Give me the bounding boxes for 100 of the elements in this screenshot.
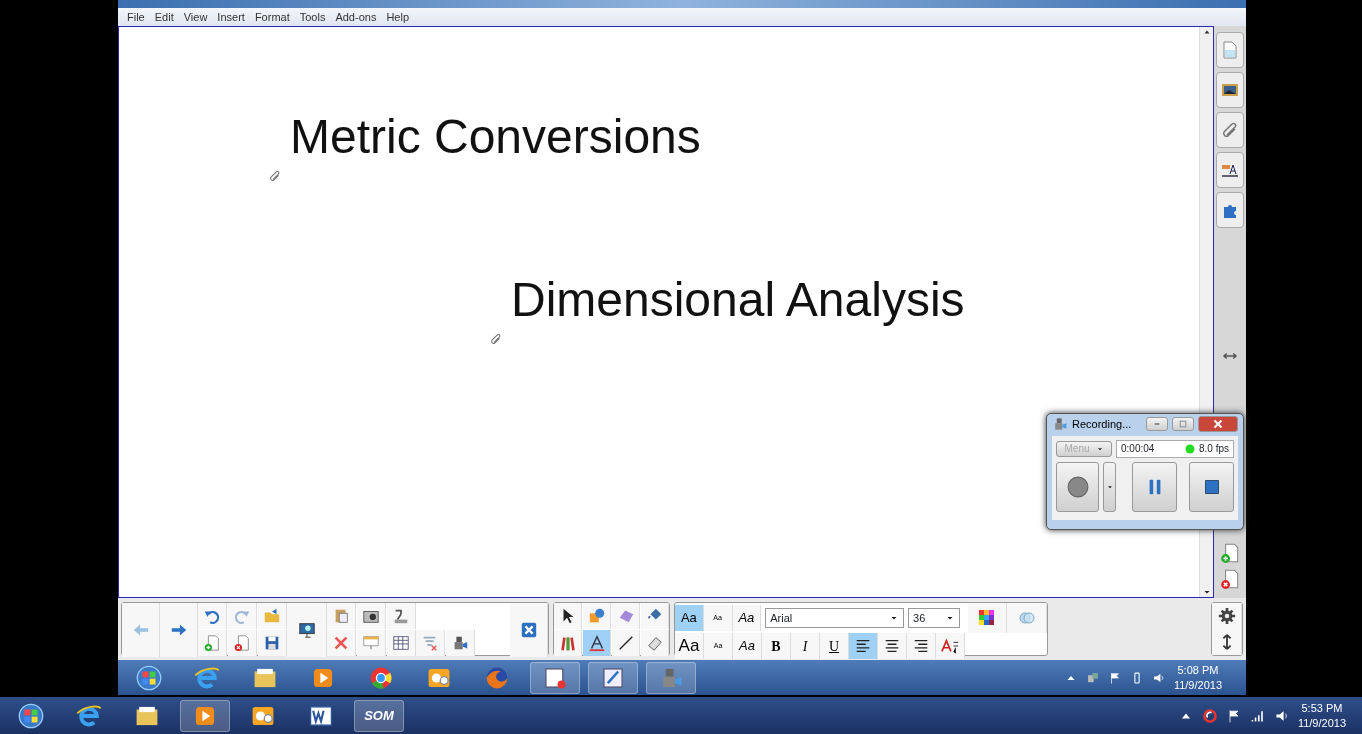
- app-taskbar-button[interactable]: SOM: [354, 699, 404, 732]
- full-screen-icon: [519, 621, 538, 639]
- clock-date: 11/9/2013: [1173, 677, 1222, 692]
- clock-time: 5:53 PM: [1300, 701, 1344, 716]
- paperclip-icon[interactable]: [489, 332, 503, 346]
- record-options-button[interactable]: [1103, 461, 1117, 512]
- menu-item[interactable]: Edit: [149, 8, 179, 26]
- recorder-taskbar-button[interactable]: [646, 661, 696, 694]
- attachments-tab[interactable]: [1216, 112, 1244, 148]
- save-button[interactable]: [258, 630, 287, 656]
- delete-page-button[interactable]: [228, 630, 257, 656]
- eraser-tool-icon: [645, 634, 664, 652]
- display-icon: [297, 621, 316, 639]
- close-icon: [1213, 419, 1223, 430]
- media-taskbar-button[interactable]: [180, 699, 230, 732]
- slide-title: Dimensional Analysis: [511, 276, 965, 324]
- add-page-icon: [203, 634, 221, 652]
- gallery-tab[interactable]: [1216, 72, 1244, 108]
- recorder-button[interactable]: [446, 630, 475, 656]
- table-button[interactable]: [387, 630, 416, 656]
- menu-item[interactable]: Format: [249, 8, 295, 26]
- delete-icon: [332, 634, 350, 652]
- full-screen-button[interactable]: [510, 603, 548, 657]
- close-button[interactable]: [1198, 416, 1238, 433]
- forward-button[interactable]: [160, 603, 198, 657]
- format-button[interactable]: B: [762, 633, 791, 659]
- window-title: Recording...: [1072, 417, 1132, 432]
- add-page-icon[interactable]: [1219, 542, 1241, 564]
- clock[interactable]: 5:08 PM 11/9/2013: [1173, 663, 1222, 692]
- stop-button[interactable]: [1189, 461, 1234, 512]
- document-taskbar-button[interactable]: [530, 661, 580, 694]
- text-style-button[interactable]: Aa: [732, 605, 762, 631]
- table-icon: [392, 634, 410, 652]
- clear-ink-icon: [421, 634, 439, 652]
- clock[interactable]: 5:53 PM 11/9/2013: [1297, 701, 1346, 730]
- pens-tool[interactable]: [554, 630, 582, 656]
- open-icon: [263, 607, 281, 625]
- font-size-dropdown[interactable]: 36: [908, 608, 960, 628]
- align-center-button[interactable]: [878, 633, 907, 659]
- screen-shade-icon: [362, 634, 380, 652]
- font-name: Arial: [770, 610, 793, 626]
- color-palette-button[interactable]: [967, 603, 1008, 633]
- settings-icon: [1217, 607, 1236, 625]
- frame-rate: 8.0 fps: [1198, 442, 1229, 456]
- menu-item[interactable]: View: [178, 8, 213, 26]
- text-size-button[interactable]: [936, 633, 965, 659]
- save-icon: [263, 634, 281, 652]
- menu-item[interactable]: Tools: [294, 8, 331, 26]
- align-center-icon: [883, 637, 901, 655]
- format-button[interactable]: U: [820, 633, 849, 659]
- maximize-button[interactable]: [1172, 417, 1194, 432]
- align-left-icon: [854, 637, 872, 655]
- stop-icon: [1203, 478, 1220, 495]
- page-icon: [1220, 40, 1240, 60]
- delete-page-icon: [233, 634, 251, 652]
- recorder-icon: [1052, 416, 1068, 433]
- record-dot-icon: [1066, 475, 1089, 498]
- text-style-button[interactable]: Aa: [733, 633, 762, 659]
- tray-app-icon[interactable]: [1201, 707, 1218, 724]
- add-ons-tab[interactable]: [1216, 192, 1244, 228]
- add-page-button[interactable]: [198, 630, 227, 656]
- paperclip-icon: [1220, 120, 1240, 140]
- minimize-button[interactable]: [1146, 417, 1168, 432]
- document-camera-icon: [392, 607, 410, 625]
- text-style-button[interactable]: Aa: [675, 605, 704, 631]
- pens-tool-icon: [558, 634, 577, 652]
- status-dot-icon: [1184, 443, 1195, 454]
- start-icon: [18, 702, 44, 729]
- properties-tab[interactable]: [1216, 152, 1244, 188]
- minimize-icon: [1152, 421, 1162, 428]
- select-tool[interactable]: [554, 603, 582, 629]
- fill-tool[interactable]: [641, 603, 669, 629]
- font-size-value: 36: [913, 610, 926, 626]
- menu-item[interactable]: File: [122, 8, 150, 26]
- settings-button[interactable]: [1212, 603, 1242, 629]
- format-button[interactable]: I: [791, 633, 820, 659]
- menu-item[interactable]: Help: [381, 8, 414, 26]
- paperclip-icon[interactable]: [268, 169, 282, 183]
- align-left-button[interactable]: [849, 633, 878, 659]
- shapes-tool[interactable]: [583, 603, 611, 629]
- text-tool[interactable]: [583, 630, 611, 656]
- notebook-taskbar-button[interactable]: [588, 661, 638, 694]
- maximize-icon: [1178, 420, 1188, 429]
- eraser-tool[interactable]: [641, 630, 669, 656]
- text-style-button[interactable]: Aa: [675, 633, 704, 659]
- delete-page-icon[interactable]: [1219, 568, 1241, 590]
- clock-date: 11/9/2013: [1297, 715, 1346, 730]
- align-right-button[interactable]: [907, 633, 936, 659]
- elapsed-time: 0:00:04: [1121, 442, 1155, 456]
- shapes-tool-icon: [587, 607, 606, 625]
- undo-button[interactable]: [198, 603, 227, 629]
- move-toolbar-button[interactable]: [1212, 629, 1242, 655]
- record-button[interactable]: [1056, 461, 1100, 512]
- menu-item[interactable]: Insert: [212, 8, 250, 26]
- display-button[interactable]: [287, 603, 327, 657]
- font-dropdown[interactable]: Arial: [765, 608, 905, 628]
- capture-button[interactable]: [357, 603, 386, 629]
- pause-button[interactable]: [1132, 461, 1178, 512]
- document-camera-button[interactable]: [387, 603, 416, 629]
- menu-item[interactable]: Add-ons: [330, 8, 382, 26]
